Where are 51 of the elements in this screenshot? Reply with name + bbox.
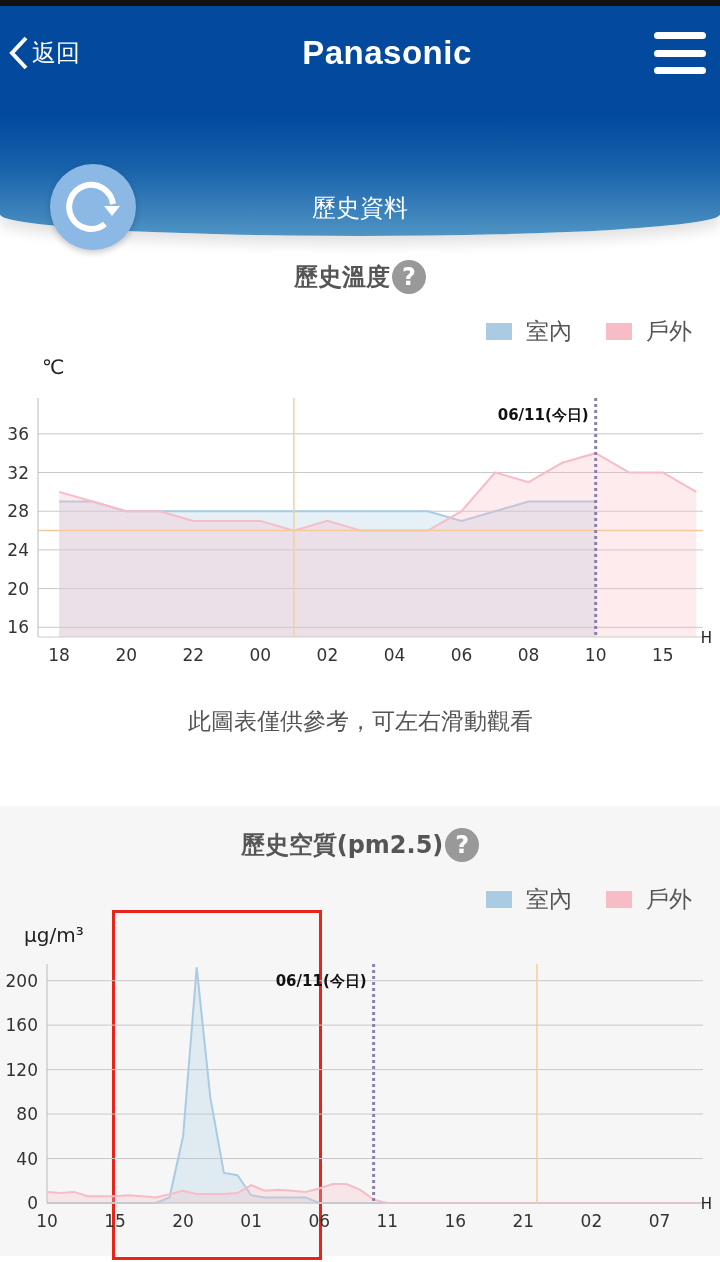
x-tick-label: 20: [115, 645, 137, 665]
y-tick-label: 120: [5, 1059, 38, 1080]
x-tick-label: 02: [580, 1211, 603, 1231]
x-tick-label: 15: [651, 645, 674, 665]
x-tick-label: 04: [383, 645, 406, 665]
axis-unit-label: µg/m³: [24, 923, 85, 947]
y-tick-label: 200: [5, 970, 38, 991]
x-tick-label: 02: [316, 645, 339, 665]
x-tick-label: 18: [48, 645, 70, 665]
y-tick-label: 28: [7, 501, 29, 522]
brand-logo: Panasonic: [302, 34, 472, 72]
chart-title: 歷史溫度: [294, 262, 390, 293]
x-tick-label: 16: [444, 1211, 467, 1231]
y-tick-label: 160: [5, 1015, 38, 1036]
y-tick-label: 40: [16, 1148, 38, 1169]
axis-unit-label: H: [700, 629, 712, 647]
chart-note: 此圖表僅供參考，可左右滑動觀看: [186, 707, 534, 736]
today-label: 06/11(今日): [497, 406, 589, 424]
x-tick-label: 22: [182, 645, 205, 665]
legend-label: 戶外: [646, 317, 692, 346]
y-tick-label: 80: [16, 1104, 38, 1125]
today-label: 06/11(今日): [275, 972, 367, 990]
y-tick-label: 32: [7, 462, 29, 483]
chart-title: 歷史空質(pm2.5): [240, 830, 444, 861]
x-tick-label: 10: [36, 1211, 58, 1231]
y-tick-label: 16: [7, 617, 29, 638]
x-tick-label: 07: [648, 1211, 671, 1231]
x-tick-label: 01: [240, 1211, 262, 1231]
axis-unit-label: H: [700, 1195, 712, 1213]
chevron-left-icon: [8, 35, 30, 71]
legend-label: 室內: [526, 885, 572, 914]
y-tick-label: 36: [7, 423, 29, 444]
x-tick-label: 11: [376, 1211, 399, 1231]
x-tick-label: 08: [517, 645, 540, 665]
legend-label: 室內: [526, 317, 572, 346]
y-tick-label: 24: [7, 539, 29, 560]
help-button[interactable]: ?: [445, 828, 480, 862]
y-tick-label: 0: [27, 1193, 38, 1213]
page-title: 歷史資料: [312, 194, 408, 222]
y-tick-label: 20: [7, 578, 29, 599]
help-button[interactable]: ?: [392, 260, 426, 294]
menu-button[interactable]: [654, 32, 706, 74]
x-tick-label: 10: [584, 645, 607, 665]
legend-label: 戶外: [646, 885, 692, 914]
x-tick-label: 06: [450, 645, 473, 665]
back-button[interactable]: 返回: [8, 35, 80, 71]
x-tick-label: 00: [249, 645, 272, 665]
refresh-button[interactable]: [50, 164, 136, 250]
x-tick-label: 21: [512, 1211, 535, 1231]
x-tick-label: 20: [172, 1211, 194, 1231]
axis-unit-label: ℃: [42, 355, 66, 379]
